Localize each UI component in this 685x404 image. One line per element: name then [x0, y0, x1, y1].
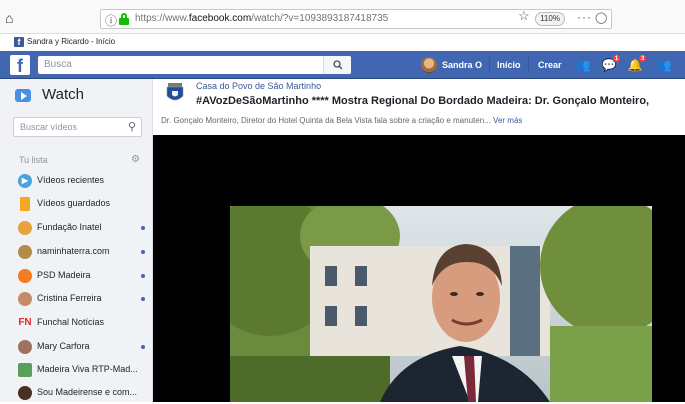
sidebar-item-madeira-viva[interactable]: Madeira Viva RTP-Mad... [14, 360, 149, 381]
new-content-dot [141, 250, 145, 254]
sidebar-item-psd-madeira[interactable]: PSD Madeira [14, 266, 149, 287]
home-link[interactable]: Início [497, 60, 521, 70]
video-frame[interactable] [230, 206, 652, 402]
new-content-dot [141, 297, 145, 301]
sidebar-item-cristina-ferreira[interactable]: Cristina Ferreira [14, 289, 149, 310]
url-text[interactable]: https://www.facebook.com/watch/?v=109389… [135, 13, 388, 24]
sidebar-item-label: Fundação Inatel [37, 222, 102, 232]
sidebar-item-label: Mary Carfora [37, 341, 90, 351]
messages-badge: 1 [612, 54, 621, 63]
naminhaterra-avatar [18, 245, 32, 259]
bookmark-star-icon[interactable]: ☆ [518, 8, 530, 24]
sidebar-item-label: Madeira Viva RTP-Mad... [37, 364, 138, 374]
search-input[interactable] [44, 59, 324, 70]
page-link[interactable]: Casa do Povo de São Martinho [196, 81, 321, 91]
fn-logo: FN [18, 317, 32, 328]
cristina-avatar [18, 292, 32, 306]
info-icon[interactable]: ⓘ [105, 12, 117, 29]
psd-avatar [18, 269, 32, 283]
divider [528, 57, 529, 73]
page-title[interactable]: Watch [42, 86, 84, 103]
address-bar[interactable]: ⓘ https://www.facebook.com/watch/?v=1093… [100, 9, 612, 29]
zoom-level[interactable]: 110% [535, 12, 565, 26]
play-icon: ▶ [18, 174, 32, 188]
list-header: Tu lista [19, 155, 48, 165]
new-content-dot [141, 345, 145, 349]
video-player[interactable] [153, 135, 685, 402]
sidebar-item-funchal-noticias[interactable]: FN Funchal Notícias [14, 313, 149, 334]
sidebar-item-label: Vídeos recientes [37, 175, 105, 185]
avatar[interactable] [421, 57, 437, 73]
sidebar-item-label: naminhaterra.com [37, 246, 110, 256]
pocket-icon[interactable]: ◯ [595, 11, 607, 24]
sidebar-item-mary-carfora[interactable]: Mary Carfora [14, 337, 149, 358]
sidebar-item-label: Sou Madeirense e com... [37, 387, 138, 397]
video-panel: Casa do Povo de São Martinho #AVozDeSãoM… [153, 79, 685, 402]
sidebar-item-fundacao-inatel[interactable]: Fundação Inatel [14, 218, 149, 239]
video-description: Dr. Gonçalo Monteiro, Diretor do Hotel Q… [161, 116, 522, 125]
video-title[interactable]: #AVozDeSãoMartinho **** Mostra Regional … [196, 95, 649, 107]
messenger-icon[interactable]: 💬 1 [600, 54, 621, 73]
search-icon[interactable]: ⚲ [128, 120, 136, 133]
quick-help-icon[interactable]: 👥 [655, 57, 673, 73]
inatel-avatar [18, 221, 32, 235]
sidebar-item-label: Vídeos guardados [37, 198, 111, 208]
bookmark-item[interactable]: Sandra y Ricardo - Início [27, 37, 115, 46]
profile-link[interactable]: Sandra O [442, 60, 482, 70]
home-icon[interactable]: ⌂ [5, 10, 13, 26]
lock-icon[interactable] [119, 13, 129, 25]
search-button[interactable] [323, 56, 351, 74]
divider [489, 57, 490, 73]
watch-sidebar: Watch ⚲ Tu lista ⚙ ▶ Vídeos recientes Ví… [0, 79, 153, 402]
sidebar-item-saved-videos[interactable]: Vídeos guardados [14, 194, 149, 215]
search-videos-input[interactable] [20, 122, 120, 132]
gear-icon[interactable]: ⚙ [131, 154, 140, 165]
facebook-search [38, 56, 351, 74]
sidebar-item-sou-madeirense[interactable]: Sou Madeirense e com... [14, 383, 149, 404]
new-content-dot [141, 274, 145, 278]
page-actions-icon[interactable]: ··· [577, 10, 592, 24]
new-content-dot [141, 226, 145, 230]
search-icon [332, 60, 342, 70]
friend-requests-icon[interactable]: 👥 [574, 57, 592, 73]
bookmark-icon [20, 197, 30, 211]
description-text: Dr. Gonçalo Monteiro, Diretor do Hotel Q… [161, 116, 491, 125]
madeira-viva-avatar [18, 363, 32, 377]
video-search: ⚲ [13, 117, 142, 137]
sou-madeirense-avatar [18, 386, 32, 400]
browser-toolbar: ⌂ ⓘ https://www.facebook.com/watch/?v=10… [0, 0, 685, 34]
sidebar-item-recent-videos[interactable]: ▶ Vídeos recientes [14, 171, 149, 192]
video-frame-image [230, 206, 652, 402]
create-link[interactable]: Crear [538, 60, 562, 70]
notifications-badge: 3 [638, 54, 647, 63]
sidebar-item-label: PSD Madeira [37, 270, 91, 280]
mary-avatar [18, 340, 32, 354]
see-more-link[interactable]: Ver más [493, 116, 522, 125]
sidebar-item-label: Cristina Ferreira [37, 293, 102, 303]
sidebar-item-naminhaterra[interactable]: naminhaterra.com [14, 242, 149, 263]
facebook-logo[interactable]: f [10, 55, 30, 76]
page-crest-icon[interactable] [163, 81, 187, 105]
facebook-favicon: f [14, 37, 24, 47]
watch-icon [15, 89, 31, 102]
sidebar-item-label: Funchal Notícias [37, 317, 105, 327]
notifications-icon[interactable]: 🔔 3 [626, 54, 647, 73]
